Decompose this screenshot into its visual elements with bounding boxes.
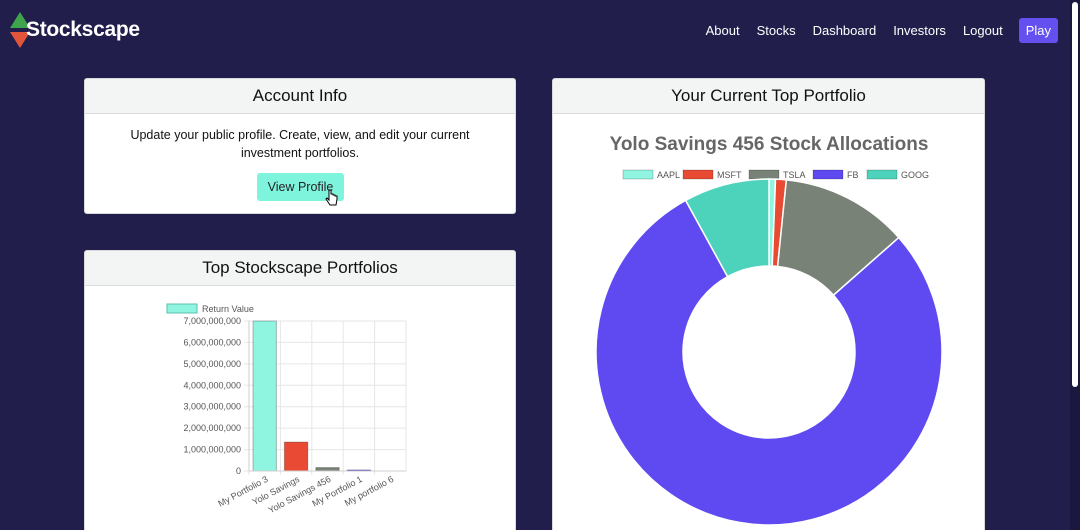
legend-swatch[interactable]: [748, 169, 780, 180]
legend-label: TSLA: [783, 170, 806, 180]
y-tick-label: 0: [236, 466, 241, 476]
legend-swatch[interactable]: [166, 303, 198, 314]
nav-stocks[interactable]: Stocks: [757, 23, 796, 38]
legend-swatch[interactable]: [812, 169, 844, 180]
legend-swatch[interactable]: [682, 169, 714, 180]
nav-dashboard[interactable]: Dashboard: [813, 23, 877, 38]
bar-chart: Return Value 7,000,000,000 6,000,000,000 5,…: [166, 303, 407, 515]
y-tick-label: 3,000,000,000: [183, 402, 241, 412]
chart-title: Yolo Savings 456 Stock Allocations: [610, 134, 929, 155]
brand[interactable]: Stockscape: [10, 12, 140, 48]
legend-label: AAPL: [657, 170, 680, 180]
legend-label: GOOG: [901, 170, 929, 180]
y-tick-label: 7,000,000,000: [183, 316, 241, 326]
doughnut-chart: Yolo Savings 456 Stock Allocations AAPL MS…: [595, 134, 943, 526]
y-tick-label: 6,000,000,000: [183, 337, 241, 347]
navbar: Stockscape About Stocks Dashboard Invest…: [0, 0, 1080, 60]
legend-swatch[interactable]: [866, 169, 898, 180]
nav-links: About Stocks Dashboard Investors Logout …: [706, 18, 1058, 43]
top-portfolios-card: Top Stockscape Portfolios Return Value 7,…: [84, 250, 516, 530]
pointer-cursor-icon: [325, 189, 338, 206]
current-portfolio-title: Your Current Top Portfolio: [553, 79, 984, 114]
legend-swatch[interactable]: [622, 169, 654, 180]
nav-investors[interactable]: Investors: [893, 23, 946, 38]
top-portfolios-title: Top Stockscape Portfolios: [85, 251, 515, 286]
legend-label: MSFT: [717, 170, 742, 180]
y-tick-label: 5,000,000,000: [183, 359, 241, 369]
scrollbar-thumb[interactable]: [1072, 2, 1078, 387]
legend-label: FB: [847, 170, 859, 180]
account-info-title: Account Info: [85, 79, 515, 114]
y-tick-label: 1,000,000,000: [183, 445, 241, 455]
legend-label: Return Value: [202, 304, 254, 314]
play-button[interactable]: Play: [1018, 18, 1058, 43]
nav-logout[interactable]: Logout: [963, 23, 1003, 38]
bar[interactable]: [283, 441, 309, 472]
account-info-card: Account Info Update your public profile.…: [84, 78, 516, 214]
bar[interactable]: [315, 467, 340, 472]
current-portfolio-card: Your Current Top Portfolio Yolo Savings …: [552, 78, 985, 530]
y-tick-label: 2,000,000,000: [183, 423, 241, 433]
nav-about[interactable]: About: [706, 23, 740, 38]
brand-name: Stockscape: [26, 18, 140, 41]
y-tick-label: 4,000,000,000: [183, 380, 241, 390]
account-info-text: Update your public profile. Create, view…: [130, 128, 470, 160]
bar[interactable]: [252, 320, 277, 472]
scrollbar[interactable]: [1070, 0, 1080, 530]
